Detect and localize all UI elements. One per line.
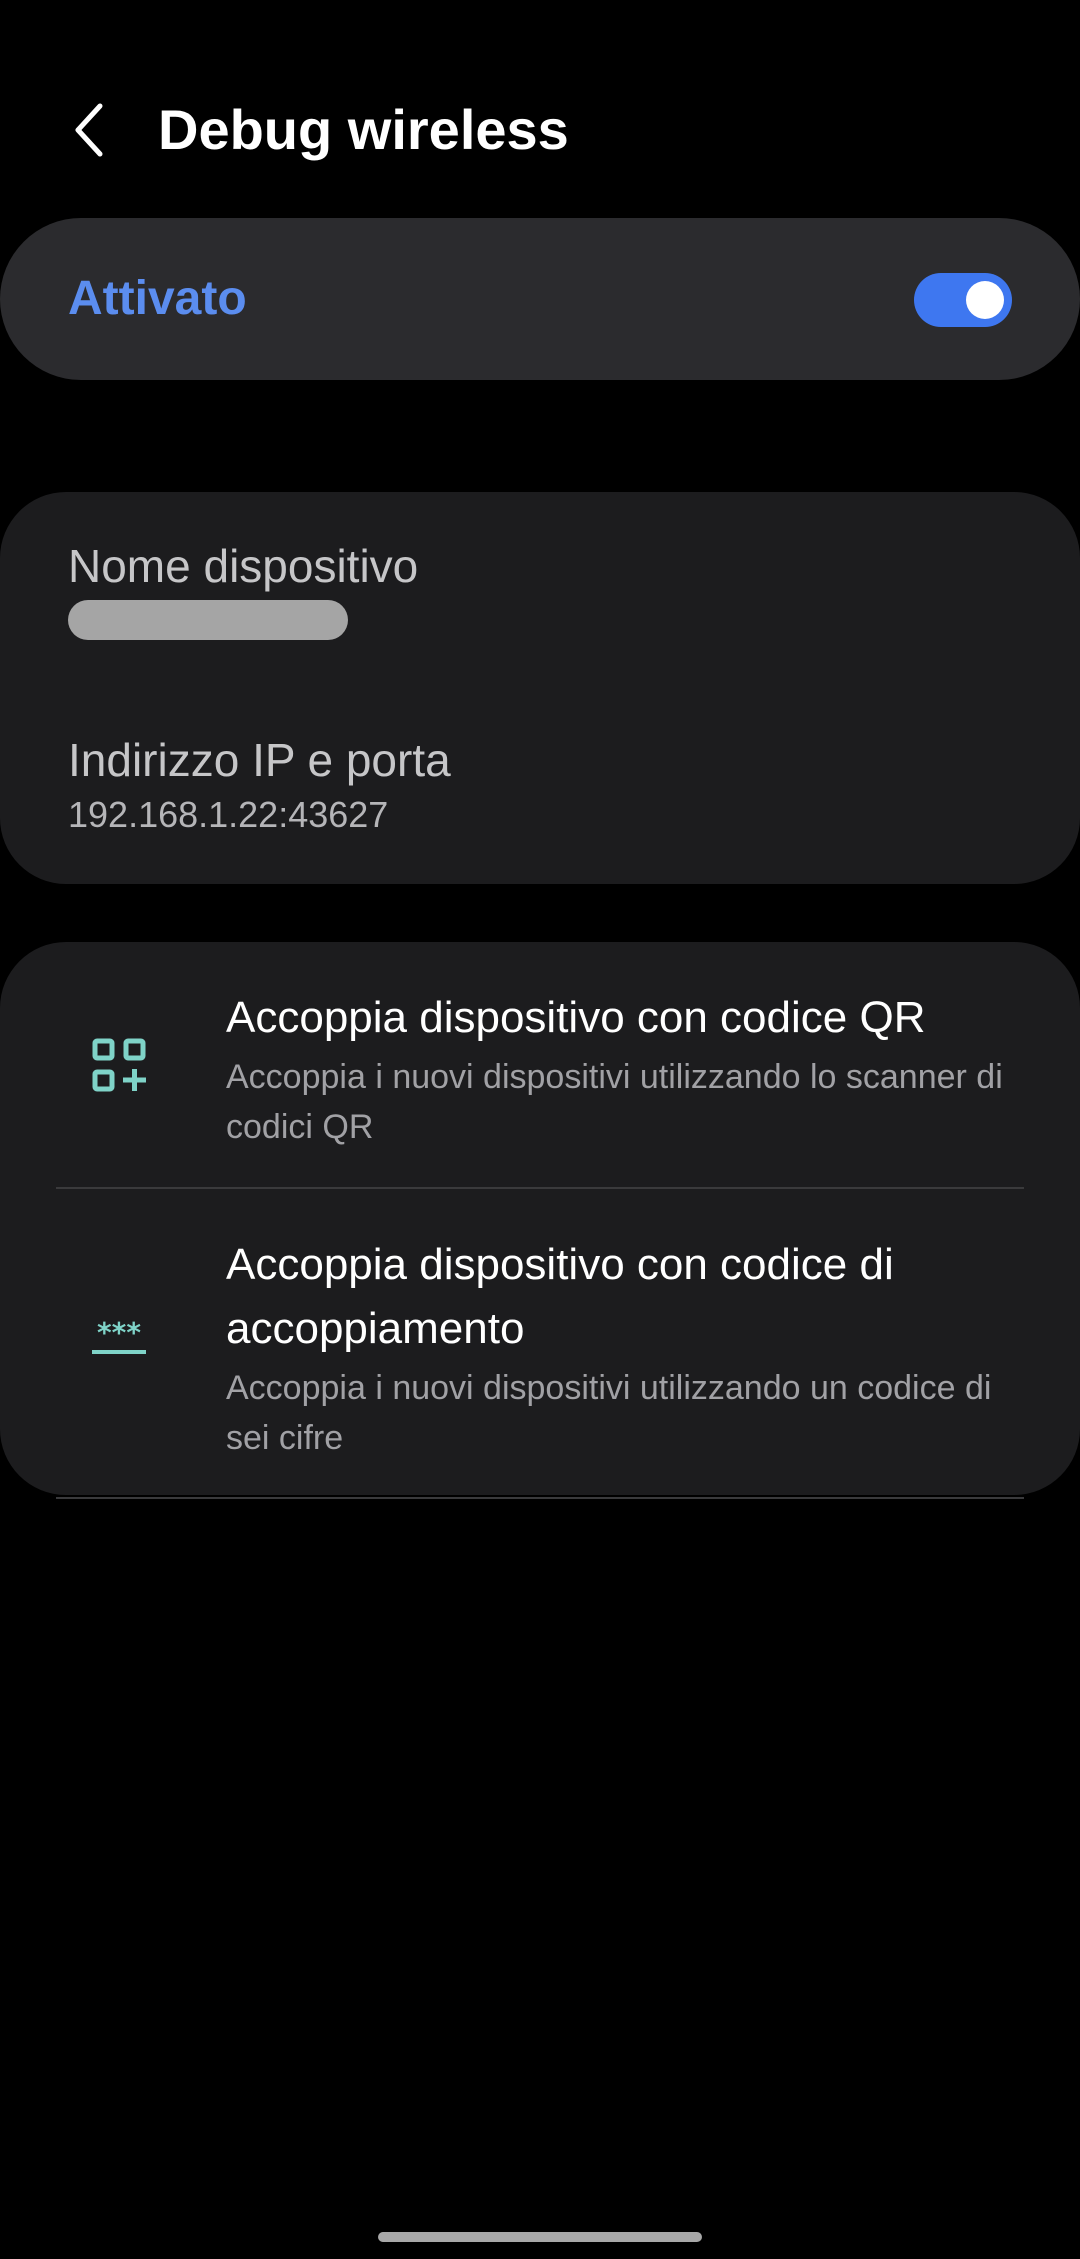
master-switch-row[interactable]: Attivato [0,218,1080,380]
pair-with-qr-item[interactable]: Accoppia dispositivo con codice QR Accop… [0,942,1080,1188]
back-button[interactable] [58,98,122,162]
device-info-card: Nome dispositivo Indirizzo IP e porta 19… [0,492,1080,884]
device-name-title: Nome dispositivo [68,540,419,592]
pair-qr-title: Accoppia dispositivo con codice QR [226,993,926,1042]
pairing-options-card: Accoppia dispositivo con codice QR Accop… [0,942,1080,1495]
device-name-row[interactable]: Nome dispositivo [68,538,1008,640]
app-bar: Debug wireless [0,80,1080,180]
pin-code-icon: *** [90,1311,148,1369]
home-indicator[interactable] [378,2232,702,2242]
master-switch-toggle[interactable] [914,273,1012,327]
device-name-redacted-value [68,600,348,640]
qr-code-icon [90,1036,148,1094]
pair-code-subtitle: Accoppia i nuovi dispositivi utilizzando… [226,1369,992,1457]
master-switch-label: Attivato [68,272,247,325]
page-title: Debug wireless [158,98,569,161]
ip-port-row: Indirizzo IP e porta 192.168.1.22:43627 [68,732,1008,838]
pair-qr-text: Accoppia dispositivo con codice QR Accop… [226,986,1026,1152]
ip-port-value: 192.168.1.22:43627 [68,794,389,835]
switch-knob [966,281,1004,319]
chevron-left-icon [75,103,103,157]
svg-text:***: *** [97,1320,141,1349]
pair-code-title: Accoppia dispositivo con codice di accop… [226,1240,894,1353]
ip-port-title: Indirizzo IP e porta [68,734,451,786]
pair-code-text: Accoppia dispositivo con codice di accop… [226,1233,1026,1463]
pair-with-code-item[interactable]: *** Accoppia dispositivo con codice di a… [0,1189,1080,1495]
bottom-divider [56,1497,1024,1499]
wireless-debug-screen: Debug wireless Attivato Nome dispositivo… [0,0,1080,2259]
pair-qr-subtitle: Accoppia i nuovi dispositivi utilizzando… [226,1058,1003,1146]
